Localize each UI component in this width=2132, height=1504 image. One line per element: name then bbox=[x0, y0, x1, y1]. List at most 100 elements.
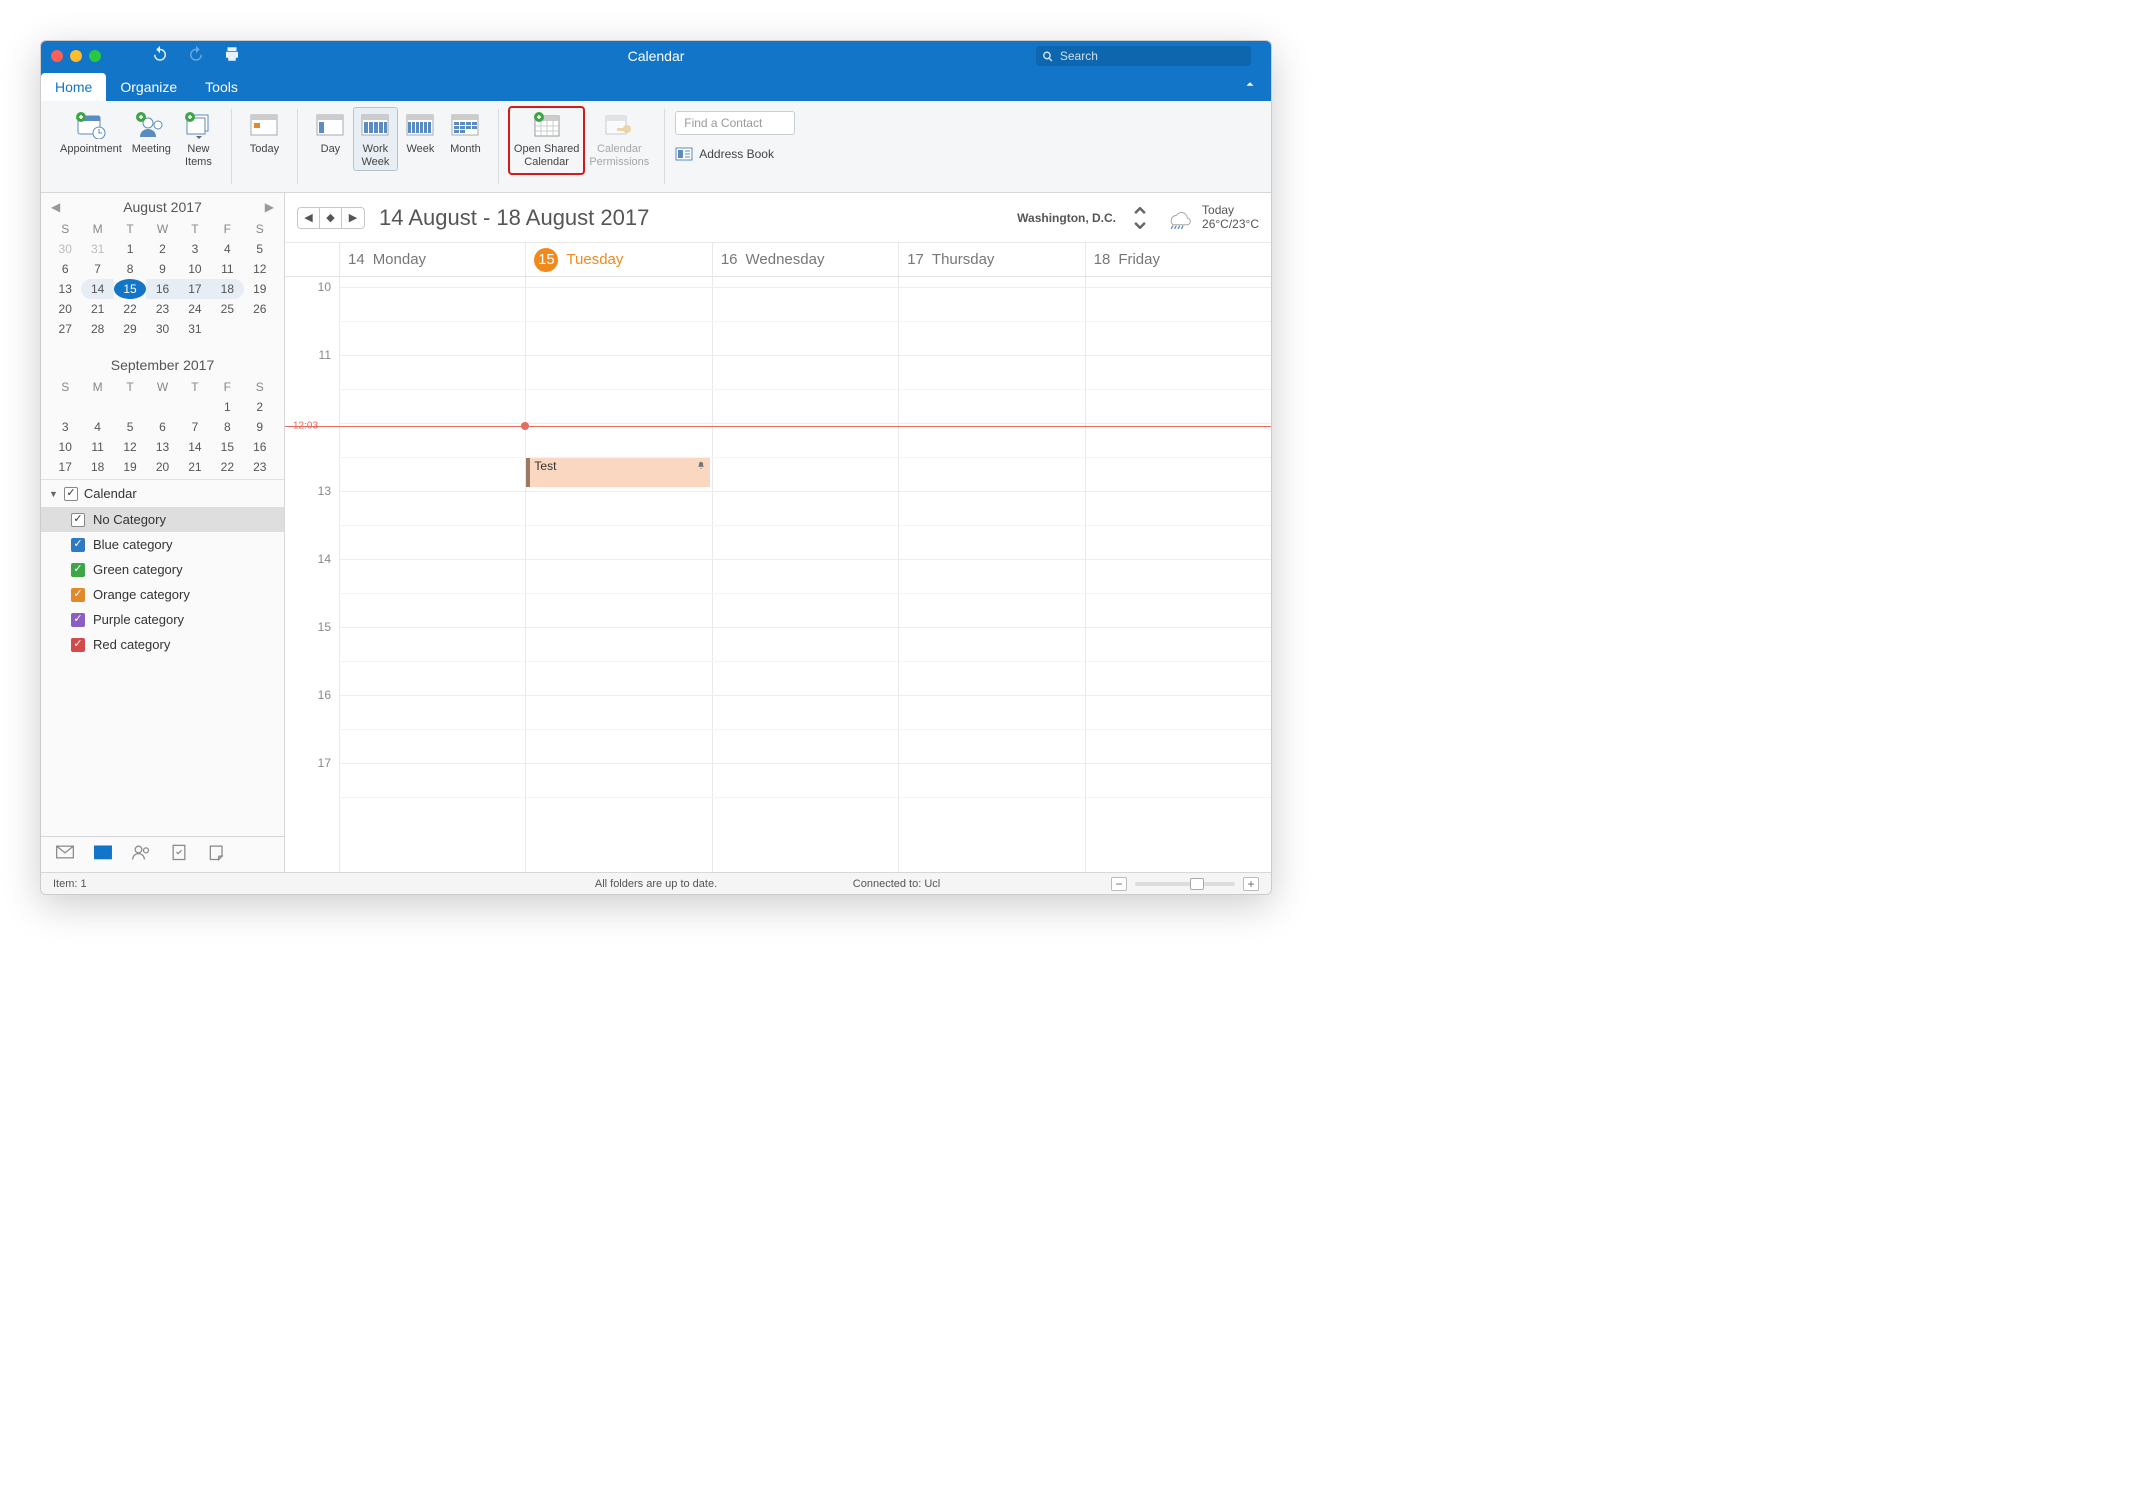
mini-cal-day[interactable]: 26 bbox=[244, 299, 276, 319]
zoom-in-button[interactable]: + bbox=[1243, 877, 1259, 891]
mini-cal-day[interactable]: 4 bbox=[211, 239, 243, 259]
day-header-cell[interactable]: 15Tuesday bbox=[525, 243, 711, 276]
weather[interactable]: Washington, D.C. Today 26°C/23°C bbox=[1017, 204, 1259, 230]
mini-cal-day[interactable]: 14 bbox=[81, 279, 113, 299]
mini-cal-day[interactable]: 23 bbox=[244, 457, 276, 477]
prev-month-icon[interactable]: ◀ bbox=[51, 200, 60, 214]
collapse-ribbon-icon[interactable] bbox=[1243, 77, 1257, 96]
mini-cal-day[interactable]: 17 bbox=[179, 279, 211, 299]
mini-cal-day[interactable]: 19 bbox=[114, 457, 146, 477]
mini-cal-day[interactable]: 24 bbox=[179, 299, 211, 319]
day-column[interactable] bbox=[339, 277, 525, 872]
time-grid[interactable]: 1011131415161712:03 Test bbox=[285, 277, 1271, 872]
mini-cal-day[interactable]: 13 bbox=[49, 279, 81, 299]
day-header-cell[interactable]: 16Wednesday bbox=[712, 243, 898, 276]
month-view-button[interactable]: Month bbox=[443, 107, 488, 159]
category-item[interactable]: Blue category bbox=[41, 532, 284, 557]
day-header-cell[interactable]: 17Thursday bbox=[898, 243, 1084, 276]
mini-cal-day[interactable]: 23 bbox=[146, 299, 178, 319]
category-item[interactable]: No Category bbox=[41, 507, 284, 532]
mini-cal-day[interactable]: 8 bbox=[211, 417, 243, 437]
calendar-root[interactable]: ▼ Calendar bbox=[41, 480, 284, 507]
next-period-button[interactable]: ▶ bbox=[342, 208, 364, 228]
category-checkbox[interactable] bbox=[71, 613, 85, 627]
mini-cal-day[interactable]: 22 bbox=[211, 457, 243, 477]
people-icon[interactable] bbox=[131, 843, 151, 866]
mini-cal-day[interactable]: 3 bbox=[179, 239, 211, 259]
mini-cal-day[interactable]: 18 bbox=[211, 279, 243, 299]
day-column[interactable] bbox=[898, 277, 1084, 872]
day-view-button[interactable]: Day bbox=[308, 107, 353, 159]
mini-cal-day[interactable] bbox=[81, 397, 113, 417]
category-checkbox[interactable] bbox=[71, 513, 85, 527]
day-column[interactable] bbox=[1085, 277, 1271, 872]
mini-cal-day[interactable]: 31 bbox=[81, 239, 113, 259]
category-item[interactable]: Red category bbox=[41, 632, 284, 657]
mini-cal-day[interactable] bbox=[49, 397, 81, 417]
mini-cal-day[interactable]: 12 bbox=[114, 437, 146, 457]
mail-icon[interactable] bbox=[55, 843, 75, 866]
mini-cal-day[interactable]: 12 bbox=[244, 259, 276, 279]
mini-cal-day[interactable]: 20 bbox=[146, 457, 178, 477]
calendar-icon[interactable] bbox=[93, 843, 113, 866]
category-checkbox[interactable] bbox=[71, 588, 85, 602]
category-item[interactable]: Orange category bbox=[41, 582, 284, 607]
mini-cal-day[interactable]: 16 bbox=[146, 279, 178, 299]
mini-cal-day[interactable]: 27 bbox=[49, 319, 81, 339]
meeting-button[interactable]: Meeting bbox=[127, 107, 176, 159]
tasks-icon[interactable] bbox=[169, 843, 189, 866]
tab-home[interactable]: Home bbox=[41, 73, 106, 101]
mini-cal-day[interactable]: 30 bbox=[146, 319, 178, 339]
mini-cal-day[interactable]: 7 bbox=[179, 417, 211, 437]
mini-cal-day[interactable]: 28 bbox=[81, 319, 113, 339]
work-week-view-button[interactable]: Work Week bbox=[353, 107, 398, 171]
mini-cal-day[interactable]: 18 bbox=[81, 457, 113, 477]
mini-cal-day[interactable] bbox=[146, 397, 178, 417]
mini-cal-day[interactable] bbox=[114, 397, 146, 417]
zoom-out-button[interactable]: − bbox=[1111, 877, 1127, 891]
mini-cal-day[interactable]: 25 bbox=[211, 299, 243, 319]
mini-cal-day[interactable]: 21 bbox=[179, 457, 211, 477]
category-item[interactable]: Green category bbox=[41, 557, 284, 582]
mini-cal-day[interactable]: 9 bbox=[146, 259, 178, 279]
mini-cal-day[interactable]: 13 bbox=[146, 437, 178, 457]
mini-cal-day[interactable]: 1 bbox=[114, 239, 146, 259]
prev-period-button[interactable]: ◀ bbox=[298, 208, 320, 228]
mini-cal-day[interactable]: 15 bbox=[211, 437, 243, 457]
mini-cal-day[interactable]: 11 bbox=[81, 437, 113, 457]
notes-icon[interactable] bbox=[207, 843, 227, 866]
address-book-button[interactable]: Address Book bbox=[675, 147, 774, 161]
mini-cal-day[interactable]: 6 bbox=[49, 259, 81, 279]
mini-cal-day[interactable]: 6 bbox=[146, 417, 178, 437]
day-column[interactable]: Test bbox=[525, 277, 711, 872]
mini-cal-day[interactable]: 5 bbox=[114, 417, 146, 437]
mini-cal-day[interactable]: 2 bbox=[146, 239, 178, 259]
mini-cal-day[interactable]: 4 bbox=[81, 417, 113, 437]
today-button[interactable]: Today bbox=[242, 107, 287, 159]
calendar-event[interactable]: Test bbox=[526, 457, 709, 487]
mini-cal-day[interactable]: 20 bbox=[49, 299, 81, 319]
mini-cal-day[interactable]: 30 bbox=[49, 239, 81, 259]
zoom-slider[interactable] bbox=[1135, 882, 1235, 886]
mini-cal-day[interactable]: 9 bbox=[244, 417, 276, 437]
category-item[interactable]: Purple category bbox=[41, 607, 284, 632]
next-month-icon[interactable]: ▶ bbox=[265, 200, 274, 214]
mini-cal-day[interactable]: 17 bbox=[49, 457, 81, 477]
find-contact-input[interactable]: Find a Contact bbox=[675, 111, 795, 135]
mini-cal-day[interactable]: 10 bbox=[179, 259, 211, 279]
day-header-cell[interactable]: 18Friday bbox=[1085, 243, 1271, 276]
mini-cal-day[interactable]: 2 bbox=[244, 397, 276, 417]
mini-cal-day[interactable]: 5 bbox=[244, 239, 276, 259]
category-checkbox[interactable] bbox=[71, 538, 85, 552]
mini-cal-day[interactable] bbox=[211, 319, 243, 339]
mini-cal-day[interactable]: 11 bbox=[211, 259, 243, 279]
mini-cal-day[interactable]: 21 bbox=[81, 299, 113, 319]
new-items-button[interactable]: New Items bbox=[176, 107, 221, 171]
open-shared-calendar-button[interactable]: Open Shared Calendar bbox=[509, 107, 584, 174]
category-checkbox[interactable] bbox=[71, 563, 85, 577]
mini-cal-day[interactable]: 14 bbox=[179, 437, 211, 457]
category-checkbox[interactable] bbox=[71, 638, 85, 652]
mini-cal-day[interactable] bbox=[244, 319, 276, 339]
mini-cal-day[interactable] bbox=[179, 397, 211, 417]
mini-cal-day[interactable]: 15 bbox=[114, 279, 146, 299]
